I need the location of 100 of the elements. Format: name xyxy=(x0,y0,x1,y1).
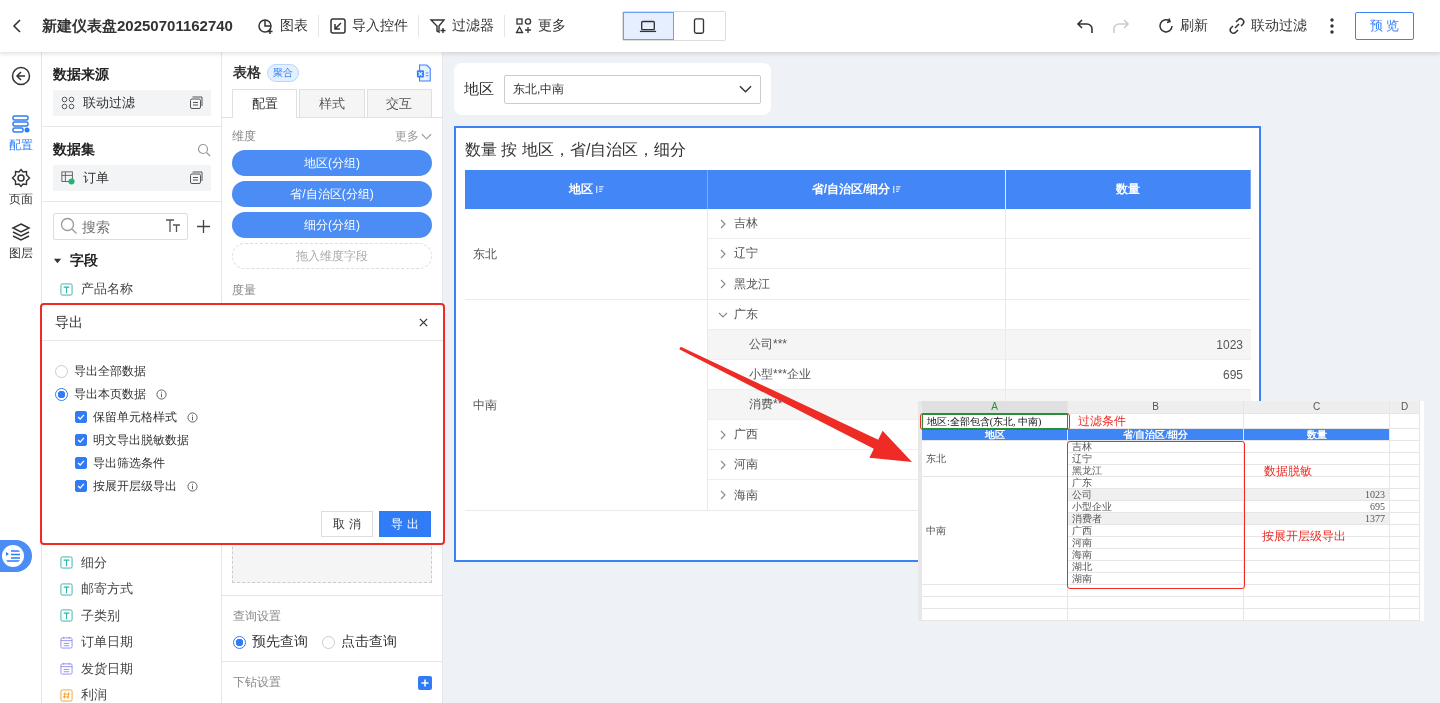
outline-button[interactable] xyxy=(0,540,32,572)
checkbox-option[interactable]: 保留单元格样式 xyxy=(55,409,431,425)
annotation-text: 数据脱敏 xyxy=(1264,465,1312,477)
chevron-down-icon[interactable] xyxy=(739,85,752,93)
toolbar-button[interactable]: 图表 xyxy=(246,17,318,35)
checkbox-option[interactable]: 按展开层级导出 xyxy=(55,478,431,494)
checkbox[interactable] xyxy=(75,480,87,492)
column-letter: D xyxy=(1390,401,1420,414)
filter-icon xyxy=(428,17,447,35)
check-icon xyxy=(76,481,86,491)
table-cell: 公司*** xyxy=(708,330,1006,359)
pie-chart-icon xyxy=(256,17,275,35)
field-item[interactable]: 订单日期 xyxy=(42,629,221,656)
chevron-right-icon[interactable] xyxy=(718,218,728,229)
annotation-text: 按展开层级导出 xyxy=(1262,530,1346,542)
checkbox-option[interactable]: 明文导出脱敏数据 xyxy=(55,432,431,448)
more-icon[interactable] xyxy=(1329,17,1335,35)
info-icon[interactable] xyxy=(187,411,198,423)
rail-tab[interactable]: 图层 xyxy=(8,222,33,262)
chevron-right-icon[interactable] xyxy=(718,490,728,500)
collapse-icon[interactable] xyxy=(53,256,62,266)
undo-icon[interactable] xyxy=(1075,16,1095,36)
search-icon[interactable] xyxy=(197,143,211,157)
dataset-item[interactable]: 订单 xyxy=(53,165,211,191)
empty-cell xyxy=(1390,525,1420,537)
back-icon[interactable] xyxy=(10,66,31,86)
info-icon[interactable] xyxy=(187,480,198,492)
field-item[interactable]: 发货日期 xyxy=(42,655,221,682)
export-button[interactable]: 导 出 xyxy=(379,511,431,537)
section-title: 数据集 xyxy=(53,141,95,159)
sort-icon[interactable] xyxy=(892,185,902,194)
rail-tab[interactable]: 页面 xyxy=(8,168,33,208)
radio-option[interactable]: 预先查询 xyxy=(233,633,308,651)
chevron-right-icon[interactable] xyxy=(718,429,728,440)
table-cell: 黑龙江 xyxy=(734,275,770,293)
dialog-title: 导出 xyxy=(55,313,83,332)
chevron-right-icon[interactable] xyxy=(718,279,728,289)
chart-title: 数量 按 地区，省/自治区，细分 xyxy=(465,140,688,160)
info-icon[interactable] xyxy=(156,388,167,400)
layers-icon xyxy=(10,222,31,242)
sort-icon[interactable] xyxy=(594,185,604,194)
chevron-right-icon[interactable] xyxy=(718,459,728,470)
toolbar-button[interactable]: 联动过滤 xyxy=(1218,17,1317,35)
data-source-item[interactable]: 联动过滤 xyxy=(53,90,211,116)
panel-tab[interactable]: 样式 xyxy=(299,89,365,117)
panel-tab[interactable]: 交互 xyxy=(366,89,432,117)
copy-icon[interactable] xyxy=(189,171,203,185)
checkbox[interactable] xyxy=(75,411,87,423)
spreadsheet-icon[interactable] xyxy=(416,64,432,82)
checkbox-option[interactable]: 导出筛选条件 xyxy=(55,455,431,471)
check-icon xyxy=(76,412,86,422)
check-icon xyxy=(76,435,86,445)
toolbar-button[interactable]: 过滤器 xyxy=(418,17,504,35)
region-select[interactable]: 东北,中南 xyxy=(504,74,761,104)
search-field[interactable]: 搜索 xyxy=(53,213,188,240)
copy-icon[interactable] xyxy=(189,96,203,110)
empty-cell xyxy=(1390,561,1420,573)
shapes-icon xyxy=(514,17,533,35)
radio-option[interactable]: 导出本页数据 xyxy=(55,386,431,402)
radio-option[interactable]: 导出全部数据 xyxy=(55,363,431,379)
empty-cell xyxy=(1390,477,1420,489)
section-title: 数据来源 xyxy=(53,66,110,84)
toolbar-button[interactable]: 导入控件 xyxy=(318,17,418,35)
field-item[interactable]: 细分 xyxy=(42,549,221,576)
radio-option[interactable]: 点击查询 xyxy=(322,633,397,651)
section-title: 字段 xyxy=(70,252,98,270)
device-toggle[interactable] xyxy=(622,12,674,40)
refresh-icon xyxy=(1157,17,1175,35)
column-letter: C xyxy=(1244,401,1390,414)
field-item[interactable]: 利润 xyxy=(42,682,221,703)
panel-tab[interactable]: 配置 xyxy=(232,89,298,118)
chevron-right-icon[interactable] xyxy=(718,248,728,259)
empty-cell xyxy=(1390,453,1420,465)
column-letter: B xyxy=(1068,401,1244,414)
preview-button[interactable]: 预 览 xyxy=(1355,12,1414,40)
empty-cell xyxy=(1390,585,1420,597)
panel-title: 表格 xyxy=(233,64,261,82)
check-icon xyxy=(76,458,86,468)
number-field-icon xyxy=(60,688,73,702)
field-item[interactable]: 产品名称 xyxy=(42,276,221,303)
checkbox[interactable] xyxy=(75,457,87,469)
checkbox[interactable] xyxy=(75,434,87,446)
text-field-icon xyxy=(60,282,73,296)
sheet-cell: 东北 xyxy=(922,441,1068,477)
toolbar-button[interactable]: 更多 xyxy=(504,17,576,35)
sheet-cell: 消费者 xyxy=(1068,513,1244,525)
config-icon xyxy=(10,114,31,134)
table-icon xyxy=(61,171,75,185)
close-icon[interactable] xyxy=(418,317,429,328)
field-item[interactable]: 子类别 xyxy=(42,602,221,629)
text-field-icon xyxy=(60,556,73,570)
text-size-icon[interactable] xyxy=(164,217,182,235)
search-icon xyxy=(60,217,78,235)
section-label: 下钻设置 xyxy=(233,674,281,691)
sheet-cell: 1377 xyxy=(1244,513,1390,525)
rail-tab[interactable]: 配置 xyxy=(8,114,33,154)
add-icon[interactable] xyxy=(196,219,211,234)
toolbar-button[interactable]: 刷新 xyxy=(1147,17,1218,35)
cancel-button[interactable]: 取 消 xyxy=(321,511,373,537)
field-item[interactable]: 邮寄方式 xyxy=(42,576,221,603)
